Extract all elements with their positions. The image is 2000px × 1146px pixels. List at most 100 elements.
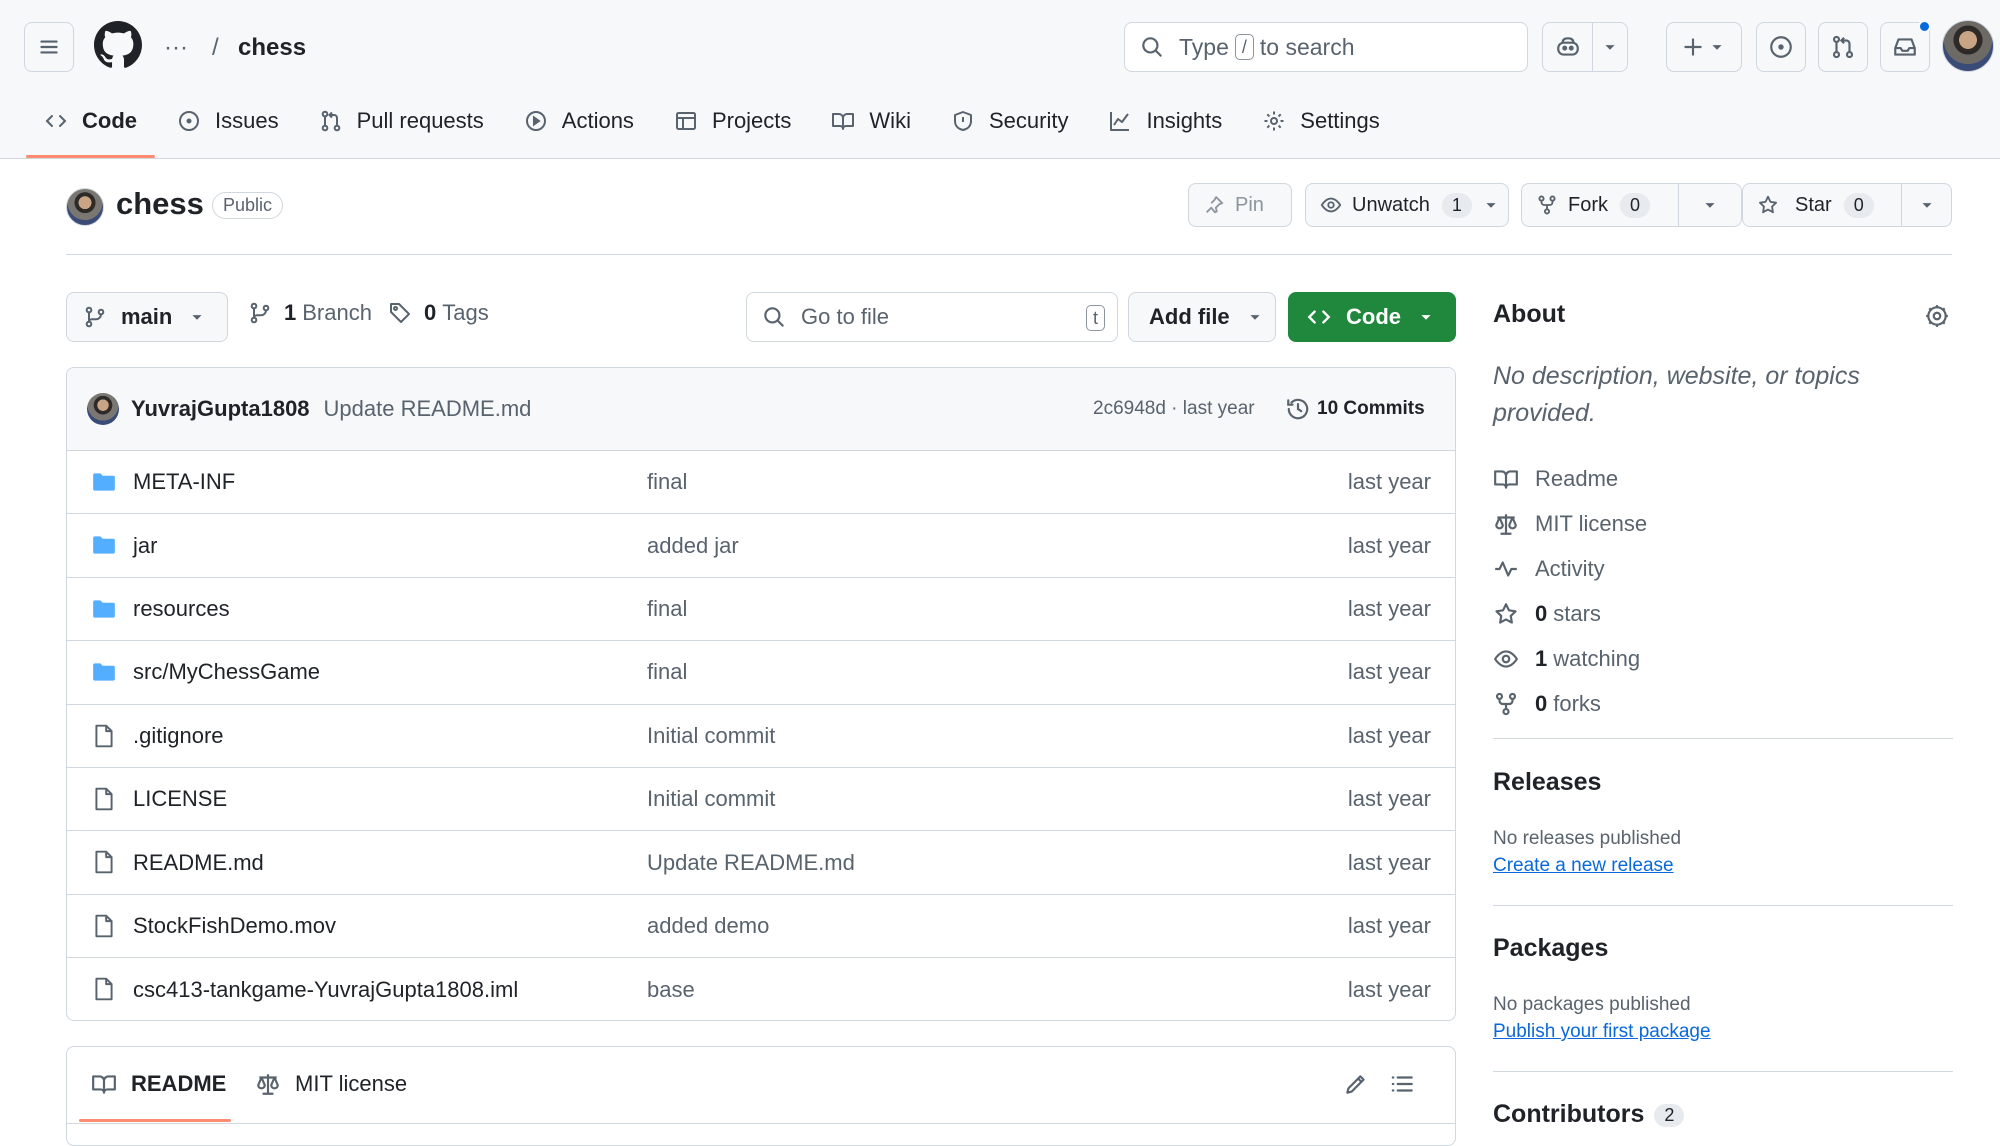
- breadcrumb-ellipsis[interactable]: ···: [164, 28, 188, 68]
- gear-icon[interactable]: [1924, 303, 1950, 329]
- about-activity-link[interactable]: Activity: [1493, 546, 1647, 591]
- create-release-link[interactable]: Create a new release: [1493, 855, 1674, 877]
- table-row[interactable]: src/MyChessGame final last year: [67, 641, 1455, 705]
- tab-issues[interactable]: Issues: [163, 100, 293, 142]
- about-forks-link[interactable]: 0 forks: [1493, 681, 1647, 726]
- tab-projects[interactable]: Projects: [660, 100, 805, 142]
- tab-code[interactable]: Code: [26, 100, 155, 158]
- folder-icon: [91, 596, 117, 622]
- table-row[interactable]: resources final last year: [67, 578, 1455, 642]
- file-name[interactable]: jar: [133, 533, 157, 559]
- tab-readme[interactable]: README: [91, 1071, 226, 1097]
- global-search[interactable]: Type / to search: [1124, 22, 1528, 72]
- tab-pull-requests[interactable]: Pull requests: [305, 100, 498, 142]
- user-avatar[interactable]: [1942, 20, 1994, 72]
- file-name[interactable]: resources: [133, 596, 230, 622]
- menu-button[interactable]: [24, 22, 74, 72]
- file-icon: [91, 786, 117, 812]
- table-row[interactable]: META-INF final last year: [67, 451, 1455, 515]
- tab-wiki[interactable]: Wiki: [817, 100, 925, 142]
- search-shortcut-key: /: [1234, 34, 1254, 60]
- file-name[interactable]: csc413-tankgame-YuvrajGupta1808.iml: [133, 977, 518, 1003]
- file-table: YuvrajGupta1808 Update README.md 2c6948d…: [66, 367, 1456, 1021]
- pull-requests-button[interactable]: [1818, 22, 1868, 72]
- folder-icon: [91, 659, 117, 685]
- table-row[interactable]: LICENSE Initial commit last year: [67, 768, 1455, 832]
- author-avatar[interactable]: [87, 393, 119, 425]
- repo-title[interactable]: chess: [116, 186, 204, 222]
- about-watching-link[interactable]: 1 watching: [1493, 636, 1647, 681]
- file-commit-message[interactable]: final: [647, 596, 687, 622]
- commit-sha-time[interactable]: 2c6948d · last year: [1093, 398, 1255, 420]
- unwatch-button[interactable]: Unwatch 1: [1305, 183, 1509, 227]
- code-icon: [1306, 304, 1332, 330]
- divider: [66, 254, 1952, 255]
- star-count: 0: [1843, 192, 1874, 218]
- file-commit-message[interactable]: Initial commit: [647, 786, 775, 812]
- issues-button[interactable]: [1756, 22, 1806, 72]
- code-icon: [44, 109, 68, 133]
- tab-settings[interactable]: Settings: [1248, 100, 1394, 142]
- file-name[interactable]: .gitignore: [133, 723, 224, 749]
- copilot-button-group: [1542, 22, 1628, 72]
- tags-link[interactable]: 0 Tags: [388, 300, 489, 326]
- tab-insights[interactable]: Insights: [1094, 100, 1236, 142]
- table-row[interactable]: csc413-tankgame-YuvrajGupta1808.iml base l…: [67, 958, 1455, 1020]
- github-logo[interactable]: [94, 21, 142, 69]
- table-row[interactable]: StockFishDemo.mov added demo last year: [67, 895, 1455, 959]
- file-commit-message[interactable]: final: [647, 469, 687, 495]
- packages-heading[interactable]: Packages: [1493, 934, 1608, 963]
- file-name[interactable]: StockFishDemo.mov: [133, 913, 336, 939]
- go-to-file-input[interactable]: Go to file t: [746, 292, 1118, 342]
- pin-button[interactable]: Pin: [1188, 183, 1292, 227]
- table-row[interactable]: .gitignore Initial commit last year: [67, 705, 1455, 768]
- file-commit-message[interactable]: added jar: [647, 533, 739, 559]
- fork-label[interactable]: Fork: [1568, 194, 1608, 217]
- play-icon: [524, 109, 548, 133]
- file-name[interactable]: LICENSE: [133, 786, 227, 812]
- add-file-button[interactable]: Add file: [1128, 292, 1276, 342]
- watching-count: 1: [1535, 645, 1548, 671]
- about-description: No description, website, or topics provi…: [1493, 362, 1860, 427]
- about-stars-link[interactable]: 0 stars: [1493, 591, 1647, 636]
- edit-pencil-icon[interactable]: [1343, 1071, 1369, 1097]
- outline-list-icon[interactable]: [1389, 1071, 1415, 1097]
- tab-label: Insights: [1146, 108, 1223, 133]
- plus-icon: [1680, 34, 1706, 60]
- license-tab-label: MIT license: [295, 1071, 408, 1096]
- commit-message[interactable]: Update README.md: [324, 396, 532, 422]
- commit-author[interactable]: YuvrajGupta1808: [131, 396, 310, 422]
- branches-link[interactable]: 1 Branch: [248, 300, 372, 326]
- create-new-group[interactable]: [1666, 22, 1742, 72]
- file-name[interactable]: src/MyChessGame: [133, 659, 320, 685]
- branch-selector[interactable]: main: [66, 292, 228, 342]
- table-row[interactable]: jar added jar last year: [67, 514, 1455, 578]
- copilot-dropdown[interactable]: [1593, 23, 1627, 71]
- about-license-link[interactable]: MIT license: [1493, 501, 1647, 546]
- file-commit-message[interactable]: Update README.md: [647, 850, 855, 876]
- file-commit-message[interactable]: final: [647, 659, 687, 685]
- about-readme-link[interactable]: Readme: [1493, 456, 1647, 501]
- file-name[interactable]: README.md: [133, 850, 264, 876]
- star-label: Star: [1795, 193, 1832, 216]
- publish-package-link[interactable]: Publish your first package: [1493, 1021, 1711, 1043]
- code-button[interactable]: Code: [1288, 292, 1456, 342]
- owner-avatar[interactable]: [66, 188, 104, 226]
- tab-actions[interactable]: Actions: [510, 100, 648, 142]
- file-commit-message[interactable]: added demo: [647, 913, 769, 939]
- commits-link[interactable]: 10 Commits: [1285, 396, 1425, 422]
- stars-count: 0: [1535, 600, 1548, 626]
- file-commit-message[interactable]: Initial commit: [647, 723, 775, 749]
- tab-security[interactable]: Security: [937, 100, 1082, 142]
- file-name[interactable]: META-INF: [133, 469, 235, 495]
- star-button[interactable]: Star 0: [1742, 183, 1902, 227]
- tab-mit-license[interactable]: MIT license: [255, 1071, 407, 1097]
- tab-label: Code: [82, 108, 137, 133]
- file-commit-message[interactable]: base: [647, 977, 695, 1003]
- fork-dropdown[interactable]: [1678, 183, 1742, 227]
- table-row[interactable]: README.md Update README.md last year: [67, 831, 1455, 895]
- star-dropdown[interactable]: [1901, 183, 1952, 227]
- copilot-button[interactable]: [1543, 23, 1592, 71]
- breadcrumb-repo[interactable]: chess: [238, 28, 306, 68]
- releases-heading[interactable]: Releases: [1493, 768, 1601, 797]
